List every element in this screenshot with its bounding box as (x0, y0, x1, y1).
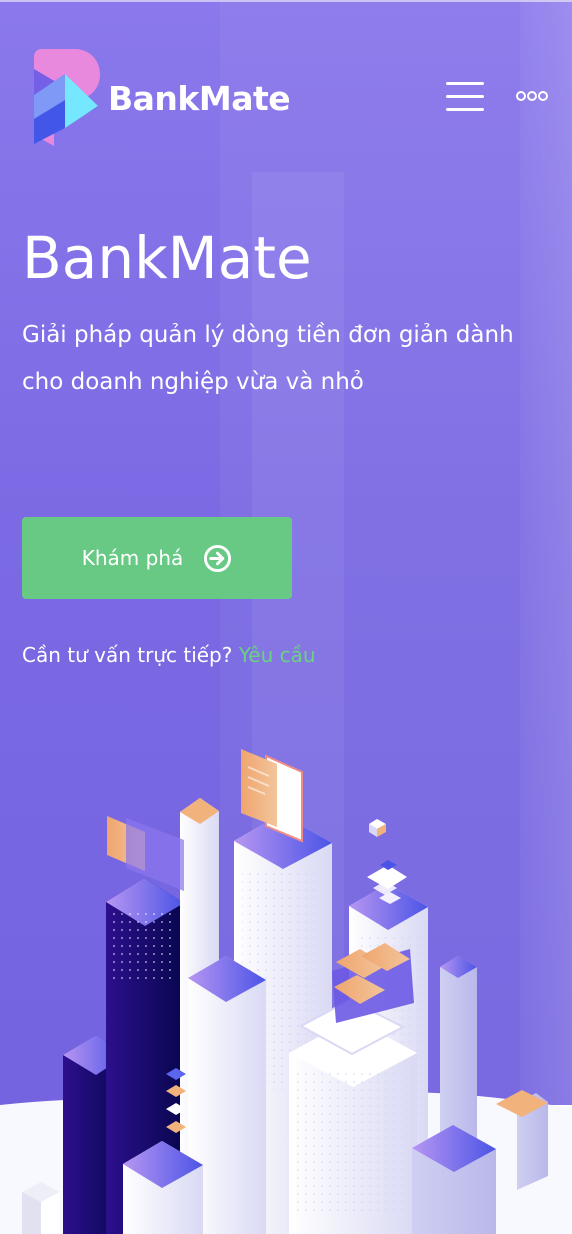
explore-button[interactable]: Khám phá (22, 517, 292, 599)
arrow-right-circle-icon (204, 544, 232, 572)
hero-section: BankMate Giải pháp quản lý dòng tiền đơn… (22, 220, 542, 406)
explore-button-label: Khám phá (81, 546, 184, 570)
more-options-button[interactable] (516, 89, 548, 105)
hamburger-menu-icon (446, 82, 484, 85)
hamburger-menu-line (446, 108, 484, 111)
isometric-city-illustration-icon (0, 749, 572, 1234)
consultation-request-line: Cần tư vấn trực tiếp? Yêu cầu (22, 640, 542, 672)
brand-logo[interactable]: BankMate (30, 48, 310, 148)
hero-description: Giải pháp quản lý dòng tiền đơn giản dàn… (22, 322, 514, 395)
request-consultation-link[interactable]: Yêu cầu (239, 643, 316, 667)
bankmate-landing-page: BankMate BankMate Giải pháp quản lý dòng… (0, 0, 572, 1234)
bankmate-logo-mark-icon (34, 49, 100, 146)
more-horizontal-icon (516, 91, 526, 101)
hamburger-menu-button[interactable] (446, 82, 484, 112)
brand-name: BankMate (108, 78, 291, 118)
consultation-question: Cần tư vấn trực tiếp? (22, 643, 233, 667)
hamburger-menu-line (446, 95, 484, 98)
more-dot-icon (527, 91, 537, 101)
site-header: BankMate (0, 0, 572, 150)
more-dot-icon (538, 91, 548, 101)
hero-title: BankMate (22, 224, 312, 292)
